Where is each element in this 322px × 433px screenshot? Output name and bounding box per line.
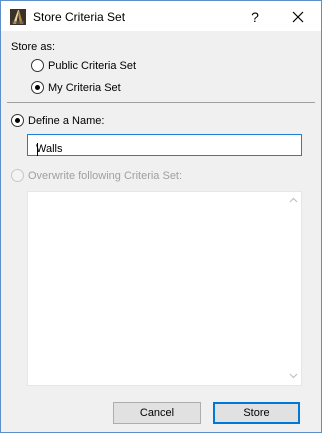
radio-selected-dot [15,118,20,123]
my-criteria-set-radio[interactable] [31,81,44,94]
title-bar[interactable]: Store Criteria Set ? [1,1,321,31]
archicad-icon [10,9,26,25]
chevron-up-icon[interactable] [289,197,298,203]
radio-selected-dot [35,85,40,90]
cancel-button[interactable]: Cancel [113,402,201,424]
name-input[interactable]: Walls [27,134,302,156]
overwrite-label: Overwrite following Criteria Set: [28,170,183,182]
close-button[interactable] [280,5,316,29]
separator [7,102,315,103]
list-scrollbar[interactable] [286,192,301,385]
chevron-down-icon[interactable] [289,373,298,379]
store-button[interactable]: Store [213,402,300,424]
my-criteria-set-label[interactable]: My Criteria Set [48,82,121,94]
window-title: Store Criteria Set [33,10,126,24]
close-icon [292,11,304,23]
text-caret [37,143,38,156]
help-button[interactable]: ? [242,6,268,28]
criteria-set-list[interactable] [27,191,302,386]
public-criteria-set-radio[interactable] [31,59,44,72]
store-as-heading: Store as: [11,41,56,53]
store-criteria-set-dialog: Store Criteria Set ? Store as: Public Cr… [0,0,322,433]
define-name-radio[interactable] [11,114,24,127]
overwrite-radio[interactable] [11,169,24,182]
define-name-label[interactable]: Define a Name: [28,115,104,127]
public-criteria-set-label[interactable]: Public Criteria Set [48,60,136,72]
